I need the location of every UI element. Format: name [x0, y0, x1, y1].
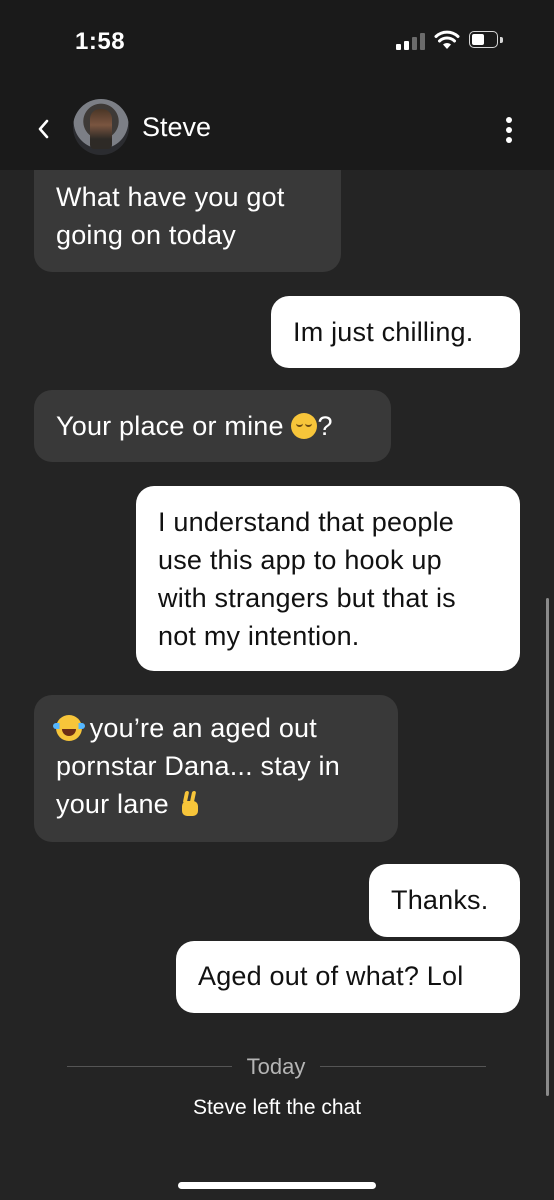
system-message: Steve left the chat [192, 1096, 362, 1119]
battery-icon [469, 31, 503, 50]
message-bubble-incoming[interactable]: you’re an aged out pornstar Dana... stay… [34, 695, 398, 842]
message-text: Thanks. [391, 885, 489, 915]
message-bubble-incoming[interactable]: What have you got going on today [34, 170, 341, 272]
contact-name[interactable]: Steve [142, 112, 211, 143]
scrollbar[interactable] [546, 598, 549, 1096]
home-indicator[interactable] [178, 1182, 376, 1189]
victory-hand-emoji [177, 791, 203, 817]
date-divider-label: Today [246, 1054, 306, 1079]
tears-of-joy-emoji [53, 715, 85, 741]
chat-header: Steve [0, 90, 554, 170]
more-vertical-icon[interactable] [505, 117, 513, 143]
message-bubble-outgoing[interactable]: Aged out of what? Lol [176, 941, 520, 1013]
signal-icon [396, 32, 426, 50]
status-time: 1:58 [75, 28, 126, 55]
message-bubble-incoming[interactable]: Your place or mine ? [34, 390, 391, 462]
message-bubble-outgoing[interactable]: Thanks. [369, 864, 520, 937]
relieved-face-emoji [291, 413, 318, 439]
message-suffix: ? [317, 411, 333, 441]
message-text: Your place or mine [56, 411, 284, 441]
wifi-icon [434, 30, 460, 49]
avatar[interactable] [73, 99, 129, 155]
chevron-left-icon[interactable] [33, 114, 55, 144]
message-text: Aged out of what? Lol [198, 961, 464, 991]
message-text: I understand that people use this app to… [158, 507, 456, 651]
message-text: What have you got going on today [56, 182, 285, 250]
status-bar: 1:58 [0, 0, 554, 90]
message-bubble-outgoing[interactable]: I understand that people use this app to… [136, 486, 520, 671]
divider-line [320, 1066, 486, 1067]
message-bubble-outgoing[interactable]: Im just chilling. [271, 296, 520, 368]
divider-line [67, 1066, 232, 1067]
message-text: Im just chilling. [293, 317, 474, 347]
